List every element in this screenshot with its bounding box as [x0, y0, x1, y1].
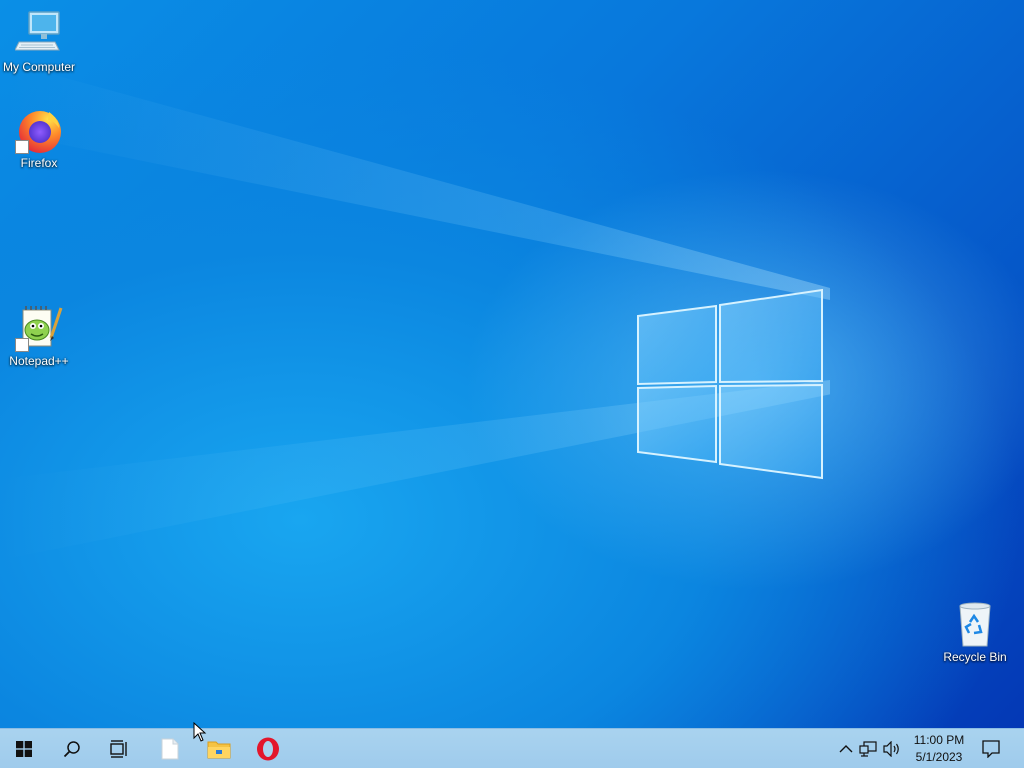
volume-icon [883, 741, 899, 757]
desktop-icon-label: My Computer [2, 60, 76, 74]
blank-document-icon [161, 738, 179, 760]
system-tray [836, 729, 904, 769]
desktop-icon-label: Firefox [20, 156, 58, 170]
clock-time: 11:00 PM [913, 733, 965, 747]
firefox-icon [15, 106, 63, 154]
computer-icon [14, 10, 63, 58]
taskbar-clock[interactable]: 11:00 PM 5/1/2023 [906, 732, 972, 766]
desktop-icon-notepadpp[interactable]: Notepad++ [0, 304, 79, 368]
volume-button[interactable] [880, 741, 904, 757]
file-explorer-icon [207, 741, 231, 759]
show-hidden-icons-button[interactable] [836, 744, 856, 754]
task-view-button[interactable] [96, 729, 144, 769]
taskbar: 11:00 PM 5/1/2023 [0, 728, 1024, 768]
desktop-icon-label: Recycle Bin [943, 650, 1007, 664]
recycle-bin-icon [951, 600, 999, 648]
desktop-icon-my-computer[interactable]: My Computer [0, 10, 79, 74]
wallpaper-windows-logo [637, 288, 823, 480]
search-icon [63, 741, 80, 758]
mouse-cursor-icon [193, 722, 207, 742]
shortcut-arrow-icon [15, 338, 29, 352]
notepadpp-icon [15, 304, 63, 352]
taskbar-app-notepad[interactable] [146, 729, 194, 769]
network-icon [859, 741, 877, 757]
network-button[interactable] [856, 741, 880, 757]
action-center-button[interactable] [968, 729, 1014, 769]
light-beam-top [0, 60, 830, 300]
shortcut-arrow-icon [15, 140, 29, 154]
clock-date: 5/1/2023 [915, 750, 963, 764]
taskbar-app-opera[interactable] [244, 729, 292, 769]
chevron-up-icon [839, 745, 853, 753]
desktop-icon-firefox[interactable]: Firefox [0, 106, 79, 170]
windows-logo-icon [16, 741, 32, 757]
opera-icon [257, 737, 279, 761]
start-button[interactable] [0, 729, 48, 769]
notification-icon [982, 740, 1000, 758]
desktop[interactable]: My Computer Firefox Notepad++ Recycle Bi… [0, 0, 1024, 728]
desktop-icon-recycle-bin[interactable]: Recycle Bin [935, 600, 1015, 664]
desktop-icon-label: Notepad++ [9, 354, 69, 368]
task-view-icon [110, 740, 127, 758]
search-button[interactable] [48, 729, 96, 769]
